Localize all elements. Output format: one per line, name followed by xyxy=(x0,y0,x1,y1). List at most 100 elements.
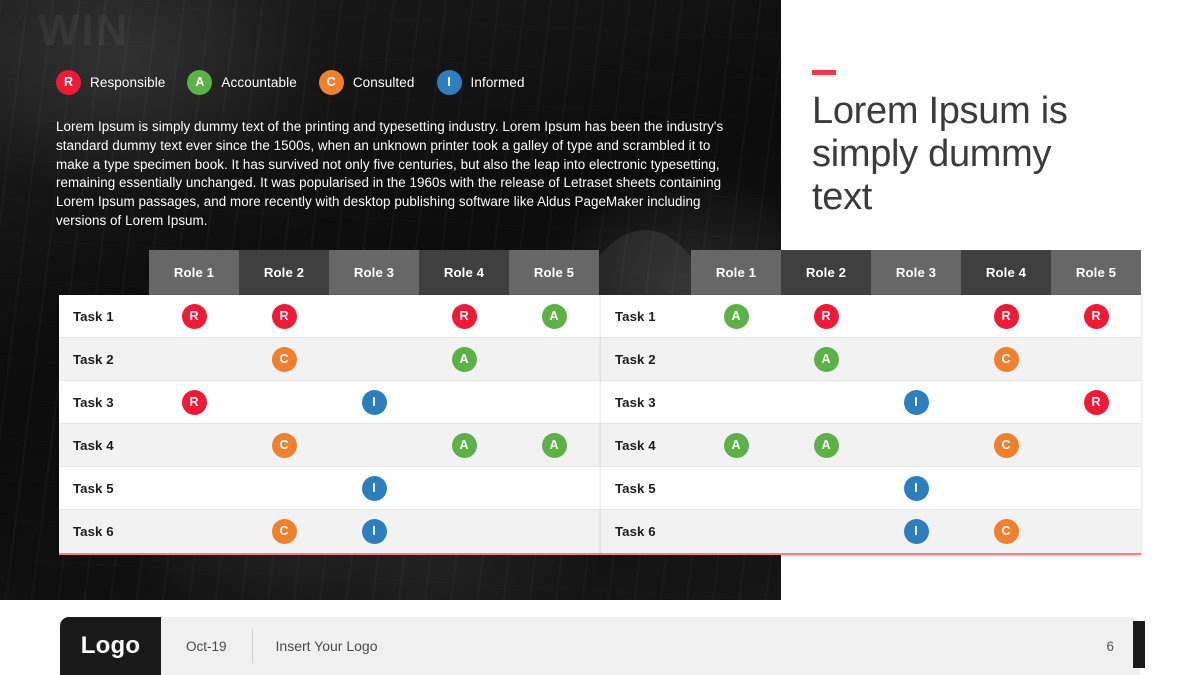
raci-cell[interactable]: I xyxy=(329,467,419,509)
raci-column-header[interactable]: Role 5 xyxy=(1051,250,1141,295)
raci-cell[interactable]: C xyxy=(961,338,1051,380)
raci-column-header[interactable]: Role 2 xyxy=(239,250,329,295)
raci-cell[interactable] xyxy=(1051,424,1141,466)
raci-cell[interactable]: C xyxy=(239,338,329,380)
raci-column-header[interactable]: Role 2 xyxy=(781,250,871,295)
table-row[interactable]: Task 1 R R R A xyxy=(59,295,602,338)
raci-badge-c-icon: C xyxy=(993,432,1019,458)
raci-cell[interactable] xyxy=(329,424,419,466)
footer-endcap xyxy=(1133,621,1145,668)
raci-cell[interactable]: R xyxy=(961,295,1051,337)
raci-cell[interactable]: R xyxy=(781,295,871,337)
raci-cell[interactable]: R xyxy=(1051,381,1141,423)
raci-cell[interactable]: I xyxy=(871,381,961,423)
raci-cell[interactable] xyxy=(149,424,239,466)
table-row[interactable]: Task 5 I xyxy=(601,467,1141,510)
raci-cell[interactable] xyxy=(329,338,419,380)
raci-task-label: Task 3 xyxy=(615,394,656,410)
raci-cell[interactable] xyxy=(691,510,781,553)
raci-cell[interactable]: A xyxy=(509,424,599,466)
raci-cell[interactable]: A xyxy=(781,424,871,466)
raci-cell[interactable] xyxy=(961,467,1051,509)
raci-cell[interactable]: R xyxy=(149,381,239,423)
raci-cell[interactable] xyxy=(509,381,599,423)
raci-cell[interactable]: A xyxy=(419,338,509,380)
raci-cell[interactable] xyxy=(781,381,871,423)
title-block: Lorem Ipsum is simply dummy text xyxy=(781,0,1200,246)
raci-cell[interactable] xyxy=(239,467,329,509)
raci-cell[interactable] xyxy=(419,510,509,553)
raci-cell[interactable] xyxy=(1051,338,1141,380)
table-row[interactable]: Task 2 A C xyxy=(601,338,1141,381)
raci-column-header[interactable]: Role 1 xyxy=(149,250,239,295)
raci-cell[interactable] xyxy=(781,510,871,553)
raci-cell[interactable] xyxy=(419,467,509,509)
raci-cell[interactable]: R xyxy=(419,295,509,337)
raci-cell[interactable] xyxy=(149,510,239,553)
legend-label: Consulted xyxy=(352,75,415,90)
raci-cell[interactable] xyxy=(149,467,239,509)
raci-cell[interactable] xyxy=(961,381,1051,423)
raci-task-label: Task 5 xyxy=(615,480,656,496)
table-row[interactable]: Task 5 I xyxy=(59,467,602,510)
raci-cell[interactable]: R xyxy=(239,295,329,337)
raci-cell[interactable] xyxy=(1051,467,1141,509)
legend-badge-r-icon: R xyxy=(56,70,81,95)
table-row[interactable]: Task 6 I C xyxy=(601,510,1141,553)
raci-cell[interactable] xyxy=(239,381,329,423)
table-row[interactable]: Task 3 I R xyxy=(601,381,1141,424)
raci-cell[interactable]: C xyxy=(239,510,329,553)
raci-cell[interactable] xyxy=(781,467,871,509)
raci-cell[interactable]: R xyxy=(1051,295,1141,337)
table-row[interactable]: Task 6 C I xyxy=(59,510,602,553)
raci-cell[interactable]: A xyxy=(509,295,599,337)
raci-cell[interactable]: C xyxy=(961,510,1051,553)
raci-cell[interactable] xyxy=(419,381,509,423)
raci-cell[interactable] xyxy=(871,424,961,466)
table-row[interactable]: Task 3 R I xyxy=(59,381,602,424)
raci-column-header[interactable]: Role 1 xyxy=(691,250,781,295)
raci-task-label: Task 1 xyxy=(615,308,656,324)
raci-column-header[interactable]: Role 4 xyxy=(961,250,1051,295)
table-row[interactable]: Task 4 A A C xyxy=(601,424,1141,467)
legend-item-c: C Consulted xyxy=(318,70,415,95)
raci-cell[interactable]: I xyxy=(329,381,419,423)
raci-cell[interactable] xyxy=(691,467,781,509)
raci-cell[interactable] xyxy=(149,338,239,380)
raci-cell[interactable]: A xyxy=(691,295,781,337)
table-row[interactable]: Task 2 C A xyxy=(59,338,602,381)
raci-cell[interactable] xyxy=(871,338,961,380)
raci-badge-a-icon: A xyxy=(541,303,567,329)
raci-cell[interactable] xyxy=(871,295,961,337)
raci-task-label: Task 2 xyxy=(615,351,656,367)
footer-logo[interactable]: Logo xyxy=(60,617,161,675)
raci-column-header[interactable]: Role 5 xyxy=(509,250,599,295)
raci-cell[interactable] xyxy=(691,338,781,380)
raci-cell[interactable]: C xyxy=(239,424,329,466)
raci-cell[interactable]: I xyxy=(871,510,961,553)
raci-cell[interactable] xyxy=(329,295,419,337)
raci-badge-c-icon: C xyxy=(993,346,1019,372)
raci-cell[interactable] xyxy=(1051,510,1141,553)
raci-legend: R Responsible A Accountable C Consulted I Infor… xyxy=(56,70,547,95)
raci-cell[interactable]: I xyxy=(329,510,419,553)
raci-cell[interactable]: A xyxy=(781,338,871,380)
raci-cell[interactable] xyxy=(509,467,599,509)
table-row[interactable]: Task 1 A R R R xyxy=(601,295,1141,338)
raci-cell[interactable]: R xyxy=(149,295,239,337)
raci-badge-r-icon: R xyxy=(181,389,207,415)
raci-cell[interactable]: A xyxy=(419,424,509,466)
table-row[interactable]: Task 4 C A A xyxy=(59,424,602,467)
legend-badge-c-icon: C xyxy=(318,70,344,95)
raci-cell[interactable] xyxy=(509,338,599,380)
raci-column-header[interactable]: Role 4 xyxy=(419,250,509,295)
raci-cell[interactable]: I xyxy=(871,467,961,509)
raci-cell[interactable]: A xyxy=(691,424,781,466)
raci-task-label: Task 4 xyxy=(615,437,656,453)
raci-column-header[interactable]: Role 3 xyxy=(329,250,419,295)
raci-cell[interactable] xyxy=(691,381,781,423)
raci-column-header[interactable]: Role 3 xyxy=(871,250,961,295)
raci-cell[interactable] xyxy=(509,510,599,553)
raci-badge-i-icon: I xyxy=(361,475,387,501)
raci-cell[interactable]: C xyxy=(961,424,1051,466)
